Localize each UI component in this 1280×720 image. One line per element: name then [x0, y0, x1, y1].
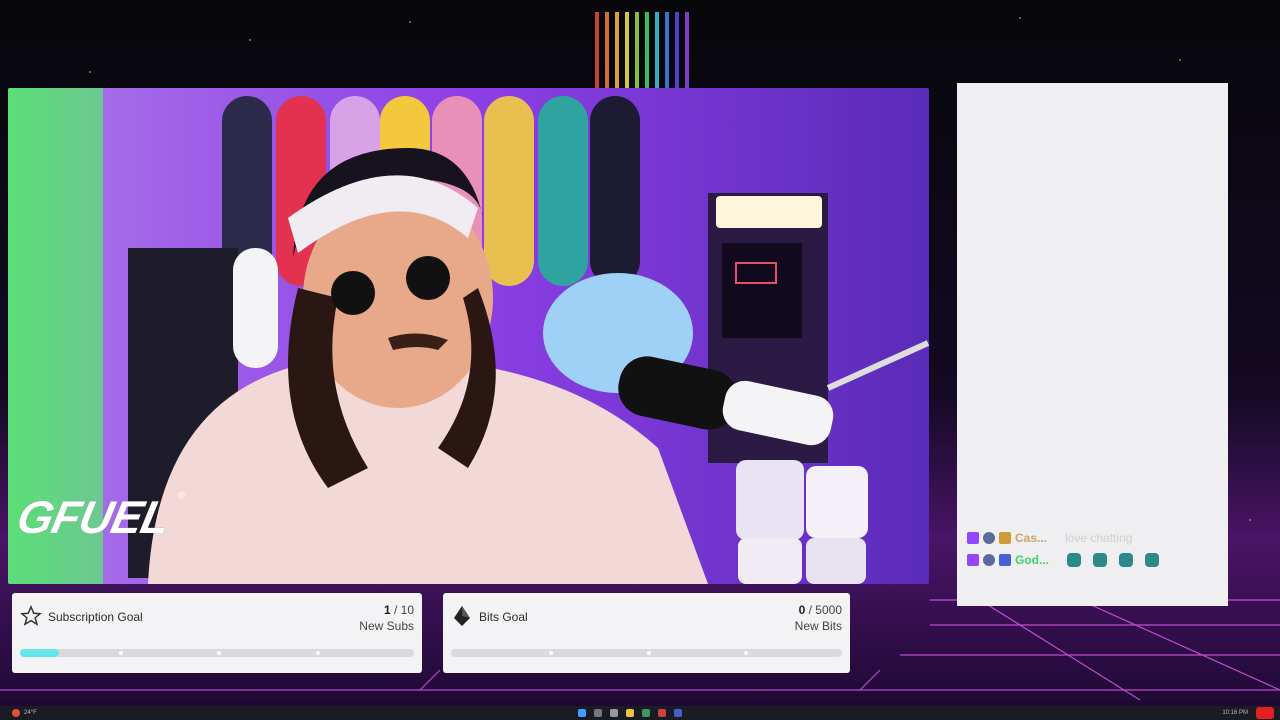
- taskbar-app-icon[interactable]: [657, 709, 666, 717]
- emote-icon: [1093, 553, 1107, 567]
- bits-goal-count: 0 / 5000 New Bits: [795, 602, 842, 634]
- subscription-goal-target: 10: [400, 603, 414, 617]
- taskbar: 24°F 10:16 PM: [0, 706, 1280, 720]
- gfuel-logo: GFUEL ®: [12, 490, 185, 544]
- twitch-badge-icon: [967, 532, 979, 544]
- weather-icon: [12, 709, 20, 717]
- progress-tick: [118, 651, 123, 655]
- sub-badge-icon: [983, 554, 995, 566]
- bits-goal-unit: New Bits: [794, 619, 842, 633]
- emote-icon: [1119, 553, 1133, 567]
- youtube-icon[interactable]: [1256, 707, 1274, 719]
- emote-icon: [1145, 553, 1159, 567]
- progress-tick: [744, 651, 749, 655]
- taskbar-app-icon[interactable]: [609, 709, 618, 717]
- subscription-goal-widget: Subscription Goal 1 / 10 New Subs: [12, 593, 422, 673]
- bits-badge-icon: [999, 532, 1011, 544]
- vip-badge-icon: [999, 554, 1011, 566]
- taskbar-app-icon[interactable]: [673, 709, 682, 717]
- progress-tick: [315, 651, 320, 655]
- taskbar-clock: 10:16 PM: [1222, 710, 1248, 716]
- sub-badge-icon: [983, 532, 995, 544]
- search-icon[interactable]: [593, 709, 602, 717]
- subscription-goal-current: 1: [383, 603, 391, 617]
- subscription-goal-progress-bar: [20, 649, 414, 657]
- progress-tick: [646, 651, 651, 655]
- chat-panel: Cas... love chatting God...: [957, 83, 1228, 606]
- bits-goal-title: Bits Goal: [479, 610, 528, 624]
- bits-goal-progress-bar: [451, 649, 842, 657]
- gfuel-tubs: [736, 460, 868, 584]
- subscription-goal-title: Subscription Goal: [48, 610, 143, 624]
- subscription-goal-unit: New Subs: [359, 619, 414, 633]
- progress-tick: [217, 651, 221, 655]
- bits-goal-target: 5000: [815, 603, 842, 617]
- star-icon: [20, 605, 42, 626]
- gfuel-logo-text: GFUEL: [12, 491, 175, 543]
- taskbar-app-icon[interactable]: [641, 709, 650, 717]
- bits-goal-separator: /: [805, 603, 816, 617]
- progress-tick: [548, 651, 553, 655]
- chat-username[interactable]: Cas...: [1015, 531, 1047, 545]
- start-button-icon[interactable]: [577, 709, 586, 717]
- taskbar-app-icon[interactable]: [625, 709, 634, 717]
- twitch-badge-icon: [967, 554, 979, 566]
- subscription-goal-progress-fill: [20, 649, 60, 657]
- weather-text: 24°F: [24, 710, 37, 716]
- chat-message: Cas... love chatting: [967, 531, 1132, 545]
- chat-message-text: love chatting: [1065, 531, 1133, 545]
- subscription-goal-separator: /: [390, 603, 401, 617]
- chat-message: God...: [967, 553, 1159, 567]
- bits-gem-icon: [454, 606, 470, 626]
- bits-goal-widget: Bits Goal 0 / 5000 New Bits: [443, 593, 850, 673]
- emote-icon: [1067, 553, 1081, 567]
- rainbow-light-strip: [546, 12, 738, 88]
- chat-username[interactable]: God...: [1015, 553, 1049, 567]
- subscription-goal-count: 1 / 10 New Subs: [359, 602, 414, 634]
